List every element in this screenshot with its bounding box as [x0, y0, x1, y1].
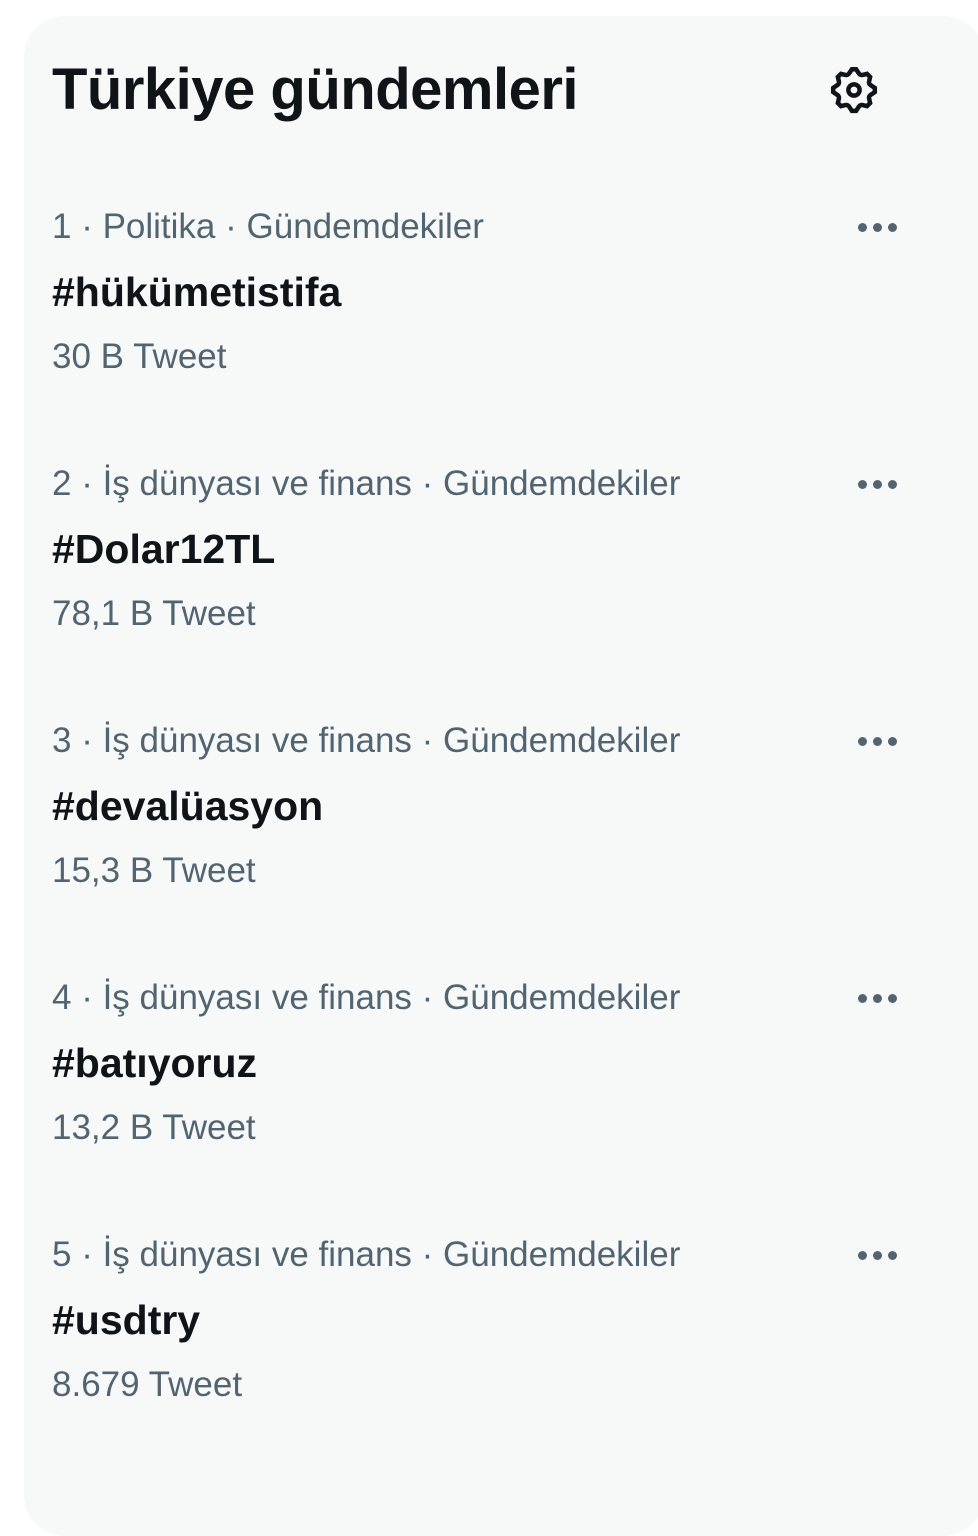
trend-tweet-count: 8.679 Tweet: [52, 1365, 243, 1404]
more-dot: [872, 222, 882, 232]
more-dot: [887, 479, 897, 489]
more-dot: [872, 993, 882, 1003]
page-title: Türkiye gündemleri: [52, 57, 579, 122]
more-dot: [887, 222, 897, 232]
more-options-button[interactable]: [842, 973, 912, 1023]
trend-meta: 4 · İş dünyası ve finans · Gündemdekiler: [52, 978, 681, 1017]
trend-tweet-count: 15,3 B Tweet: [52, 851, 256, 890]
trend-tweet-count: 13,2 B Tweet: [52, 1108, 256, 1147]
more-options-button[interactable]: [842, 202, 912, 252]
more-options-button[interactable]: [842, 716, 912, 766]
more-dot: [872, 479, 882, 489]
more-options-button[interactable]: [842, 1230, 912, 1280]
trend-meta: 1 · Politika · Gündemdekiler: [52, 207, 484, 246]
trend-tweet-count: 78,1 B Tweet: [52, 594, 256, 633]
more-dot: [887, 736, 897, 746]
trend-hashtag: #usdtry: [52, 1297, 201, 1343]
more-horizontal-icon: [857, 993, 867, 1003]
more-dot: [872, 1250, 882, 1260]
trend-meta: 2 · İş dünyası ve finans · Gündemdekiler: [52, 464, 681, 503]
trend-item-1[interactable]: 1 · Politika · Gündemdekiler #hükümetist…: [52, 202, 912, 442]
trend-hashtag: #batıyoruz: [52, 1040, 258, 1086]
more-horizontal-icon: [857, 222, 867, 232]
gear-icon: [830, 66, 878, 114]
more-horizontal-icon: [857, 736, 867, 746]
trend-meta: 5 · İş dünyası ve finans · Gündemdekiler: [52, 1235, 681, 1274]
trend-item-4[interactable]: 4 · İş dünyası ve finans · Gündemdekiler…: [52, 973, 912, 1213]
trend-tweet-count: 30 B Tweet: [52, 337, 227, 376]
more-dot: [872, 736, 882, 746]
trend-meta: 3 · İş dünyası ve finans · Gündemdekiler: [52, 721, 681, 760]
trend-hashtag: #Dolar12TL: [52, 526, 276, 572]
trends-header: Türkiye gündemleri: [52, 50, 882, 130]
more-dot: [887, 993, 897, 1003]
more-options-button[interactable]: [842, 459, 912, 509]
more-horizontal-icon: [857, 479, 867, 489]
trend-item-5[interactable]: 5 · İş dünyası ve finans · Gündemdekiler…: [52, 1230, 912, 1470]
more-dot: [887, 1250, 897, 1260]
settings-button[interactable]: [826, 62, 882, 118]
trend-hashtag: #hükümetistifa: [52, 269, 342, 315]
trend-item-3[interactable]: 3 · İş dünyası ve finans · Gündemdekiler…: [52, 716, 912, 956]
trend-hashtag: #devalüasyon: [52, 783, 324, 829]
trend-item-2[interactable]: 2 · İş dünyası ve finans · Gündemdekiler…: [52, 459, 912, 699]
more-horizontal-icon: [857, 1250, 867, 1260]
